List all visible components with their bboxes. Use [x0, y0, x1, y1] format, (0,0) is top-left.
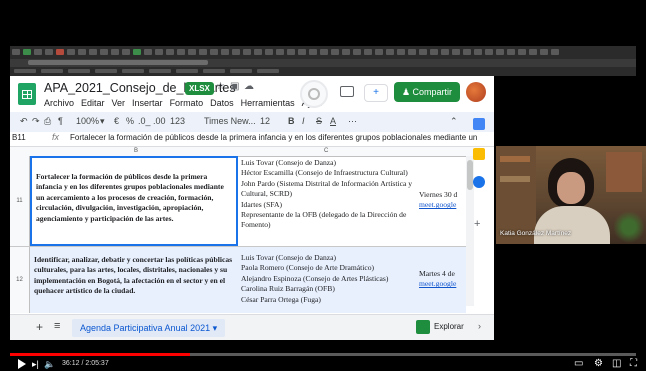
bold-button[interactable]: B — [288, 116, 295, 126]
menu-datos[interactable]: Datos — [210, 98, 234, 108]
cell-b11[interactable]: Fortalecer la formación de públicos desd… — [30, 156, 238, 246]
webcam-feed: Katia González Martínez — [496, 146, 646, 244]
fx-icon: fx — [52, 132, 60, 142]
side-panel: + — [466, 112, 494, 324]
share-button[interactable]: ♟ Compartir — [394, 82, 460, 102]
cell-c12[interactable]: Luis Tovar (Consejo de Danza) Paola Rome… — [238, 247, 416, 313]
user-avatar[interactable] — [466, 82, 486, 102]
print-icon[interactable]: ⎙ — [44, 116, 51, 127]
menu-ver[interactable]: Ver — [112, 98, 126, 108]
sheets-window: APA_2021_Consejo_de_las_Artes XLSX ☆ ▣ ☁… — [10, 76, 494, 340]
menu-archivo[interactable]: Archivo — [44, 98, 74, 108]
italic-button[interactable]: I — [302, 116, 305, 126]
calendar-icon[interactable] — [473, 118, 485, 130]
explore-button[interactable]: Explorar — [434, 322, 464, 331]
row-header-12[interactable]: 12 — [10, 247, 30, 313]
keep-icon[interactable] — [473, 148, 485, 160]
row-header-11[interactable]: 11 — [10, 156, 30, 246]
browser-tab-strip[interactable] — [10, 49, 636, 57]
table-row: 11 Fortalecer la formación de públicos d… — [10, 156, 466, 247]
subtitles-icon[interactable]: ▭ — [574, 358, 583, 369]
video-progress-bar[interactable] — [10, 353, 636, 356]
progress-fill — [10, 353, 191, 356]
undo-icon[interactable]: ↶ — [20, 116, 28, 127]
more-options-button[interactable]: ⋯ — [348, 116, 357, 127]
next-icon[interactable]: ▸| — [32, 359, 39, 370]
strikethrough-button[interactable]: S — [316, 116, 322, 126]
table-row: 12 Identificar, analizar, debatir y conc… — [10, 247, 466, 313]
menu-bar: Archivo Editar Ver Insertar Formato Dato… — [44, 98, 322, 108]
currency-format-button[interactable]: € — [114, 116, 119, 126]
cell-b12[interactable]: Identificar, analizar, debatir y concert… — [30, 247, 238, 313]
decimal-buttons[interactable]: .0_ .00 — [138, 116, 166, 126]
meet-present-icon[interactable]: + — [364, 84, 388, 102]
dropdown-chevron-icon: ▾ — [100, 116, 105, 126]
menu-herramientas[interactable]: Herramientas — [241, 98, 295, 108]
fullscreen-icon[interactable]: ⛶ — [630, 358, 637, 369]
all-sheets-button[interactable]: ≡ — [54, 320, 60, 332]
cell-d11[interactable]: Viernes 30 d meet.google — [416, 188, 464, 218]
column-header-c[interactable]: C — [324, 148, 328, 154]
settings-gear-icon[interactable]: ⚙ — [594, 358, 603, 369]
cell-c11[interactable]: Luis Tovar (Consejo de Danza) Héctor Esc… — [238, 156, 416, 246]
sheets-logo-icon[interactable] — [18, 83, 36, 105]
formula-input[interactable]: Fortalecer la formación de públicos desd… — [70, 133, 477, 142]
percent-format-button[interactable]: % — [126, 116, 134, 126]
chevron-down-icon: ▾ — [212, 323, 218, 333]
meet-link[interactable]: meet.google — [419, 200, 461, 210]
paint-format-icon[interactable]: ¶ — [58, 116, 63, 126]
move-folder-icon[interactable]: ▣ — [230, 81, 239, 92]
text-color-button[interactable]: A — [330, 116, 336, 126]
column-header-b[interactable]: B — [134, 148, 138, 154]
add-sheet-button[interactable]: + — [36, 320, 43, 334]
zoom-select[interactable]: 100% — [76, 116, 99, 126]
file-type-badge: XLSX — [185, 82, 214, 95]
font-size-input[interactable]: 12 — [260, 116, 270, 126]
video-time: 36:12 / 2:05:37 — [62, 360, 109, 367]
participant-name: Katia González Martínez — [500, 230, 572, 237]
person-add-icon: ♟ — [401, 87, 413, 97]
miniplayer-icon[interactable]: ◫ — [612, 358, 621, 369]
version-history-icon[interactable] — [300, 80, 328, 108]
number-format-button[interactable]: 123 — [170, 116, 185, 126]
play-icon[interactable] — [18, 359, 26, 369]
star-icon[interactable]: ☆ — [216, 81, 225, 92]
meet-link[interactable]: meet.google — [419, 279, 461, 289]
collapse-chevron-icon[interactable]: ⌃ — [450, 116, 458, 127]
cloud-status-icon[interactable]: ☁ — [244, 81, 254, 92]
address-bar[interactable] — [10, 59, 636, 67]
cell-d12[interactable]: Martes 4 de meet.google — [416, 267, 464, 297]
formula-bar: B11 fx Fortalecer la formación de públic… — [10, 132, 494, 147]
menu-formato[interactable]: Formato — [170, 98, 204, 108]
formatting-toolbar: ↶ ↷ ⎙ ¶ 100% ▾ € % .0_ .00 123 Times New… — [10, 112, 494, 132]
add-addon-icon[interactable]: + — [474, 218, 480, 230]
bookmarks-bar[interactable] — [10, 68, 636, 75]
redo-icon[interactable]: ↷ — [32, 116, 40, 127]
browser-chrome — [10, 46, 636, 76]
comments-icon[interactable] — [340, 86, 354, 97]
explore-icon[interactable] — [416, 320, 430, 334]
menu-editar[interactable]: Editar — [81, 98, 105, 108]
menu-insertar[interactable]: Insertar — [132, 98, 163, 108]
sheet-tab-agenda[interactable]: Agenda Participativa Anual 2021 ▾ — [72, 319, 226, 337]
sheet-tabs-bar: + ≡ Agenda Participativa Anual 2021 ▾ Ex… — [10, 314, 494, 340]
tasks-icon[interactable] — [473, 176, 485, 188]
font-family-select[interactable]: Times New... — [204, 116, 256, 126]
name-box[interactable]: B11 — [12, 133, 26, 142]
volume-icon[interactable]: 🔈 — [44, 359, 55, 370]
